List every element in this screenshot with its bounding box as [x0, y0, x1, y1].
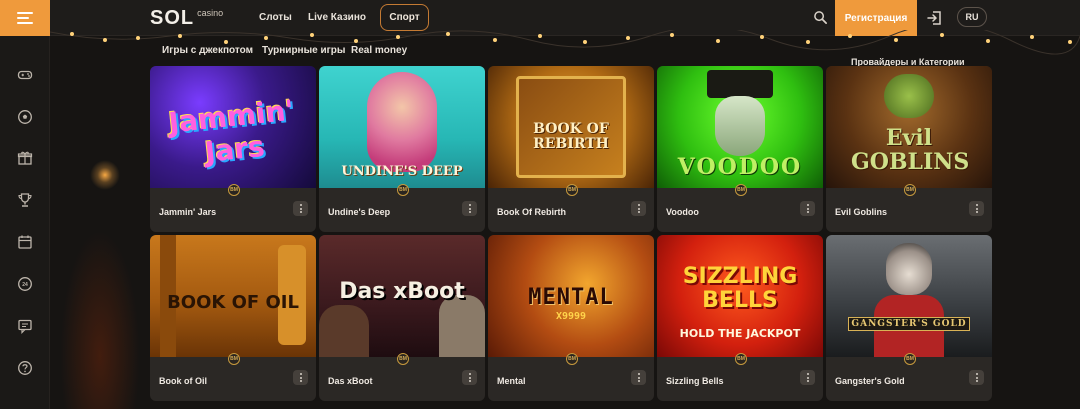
game-art-title: MENTAL — [528, 285, 614, 310]
provider-badge: BM — [735, 184, 747, 196]
language-button[interactable]: RU — [957, 7, 987, 27]
provider-badge: BM — [566, 353, 578, 365]
provider-badge: BM — [397, 184, 409, 196]
ambient-light-decoration — [90, 160, 120, 190]
game-card-book-of-rebirth[interactable]: BOOK OF REBIRTH BM Book Of Rebirth — [488, 66, 654, 232]
game-card-book-of-oil[interactable]: BOOK OF OIL BM Book of Oil — [150, 235, 316, 401]
game-card-evil-goblins[interactable]: Evil GOBLINS BM Evil Goblins — [826, 66, 992, 232]
nav-sport-button[interactable]: Спорт — [380, 4, 429, 31]
game-thumbnail[interactable]: BOOK OF REBIRTH — [488, 66, 654, 188]
trophy-icon[interactable] — [17, 192, 33, 208]
game-art-title: SIZZLING BELLS — [682, 264, 798, 313]
soccer-ball-icon[interactable] — [17, 109, 33, 125]
game-art-title: UNDINE'S DEEP — [341, 164, 463, 179]
chat-24-icon[interactable]: 24 — [17, 276, 33, 292]
provider-badge: BM — [735, 353, 747, 365]
gift-icon[interactable] — [17, 150, 33, 166]
logo-text: SOL — [150, 7, 195, 29]
provider-badge: BM — [228, 184, 240, 196]
game-card-undines-deep[interactable]: UNDINE'S DEEP BM Undine's Deep — [319, 66, 485, 232]
ambient-shadow-decoration — [60, 230, 140, 409]
game-title: Book Of Rebirth — [497, 207, 566, 217]
more-options-icon[interactable] — [462, 370, 477, 385]
more-options-icon[interactable] — [462, 201, 477, 216]
game-thumbnail[interactable]: Evil GOBLINS — [826, 66, 992, 188]
more-options-icon[interactable] — [293, 201, 308, 216]
register-button[interactable]: Регистрация — [835, 0, 917, 36]
game-title: Mental — [497, 376, 526, 386]
provider-badge: BM — [566, 184, 578, 196]
game-card-sizzling-bells[interactable]: SIZZLING BELLS HOLD THE JACKPOT BM Sizzl… — [657, 235, 823, 401]
game-title: Jammin' Jars — [159, 207, 217, 217]
game-card-gangsters-gold[interactable]: GANGSTER'S GOLD BM Gangster's Gold — [826, 235, 992, 401]
game-thumbnail[interactable]: SIZZLING BELLS HOLD THE JACKPOT — [657, 235, 823, 357]
game-art-title: Evil GOBLINS — [851, 125, 970, 175]
game-art-title: GANGSTER'S GOLD — [851, 319, 967, 329]
game-thumbnail[interactable]: Jammin' Jars — [150, 66, 316, 188]
game-title: Voodoo — [666, 207, 699, 217]
game-thumbnail[interactable]: BOOK OF OIL — [150, 235, 316, 357]
logo[interactable]: SOL casino — [150, 6, 223, 30]
game-thumbnail[interactable]: MENTAL X9999 — [488, 235, 654, 357]
more-options-icon[interactable] — [631, 370, 646, 385]
calendar-icon[interactable] — [17, 234, 33, 250]
game-art-title: BOOK OF OIL — [167, 292, 299, 313]
game-title: Sizzling Bells — [666, 376, 724, 386]
game-art-subtitle: X9999 — [555, 311, 587, 322]
game-art-title: BOOK OF REBIRTH — [533, 121, 609, 152]
tab-real-money[interactable]: Real money — [351, 45, 407, 56]
menu-toggle-button[interactable] — [0, 0, 50, 36]
top-header: SOL casino Слоты Live Казино Спорт Регис… — [0, 0, 1080, 36]
nav-live-casino[interactable]: Live Казино — [308, 12, 366, 23]
game-card-voodoo[interactable]: VOODOO BM Voodoo — [657, 66, 823, 232]
provider-badge: BM — [228, 353, 240, 365]
tab-tournament-games[interactable]: Турнирные игры — [262, 45, 345, 56]
game-thumbnail[interactable]: GANGSTER'S GOLD — [826, 235, 992, 357]
game-thumbnail[interactable]: UNDINE'S DEEP — [319, 66, 485, 188]
login-icon[interactable] — [926, 9, 944, 27]
game-title: Evil Goblins — [835, 207, 888, 217]
game-thumbnail[interactable]: VOODOO — [657, 66, 823, 188]
help-icon[interactable] — [17, 360, 33, 376]
game-art-subtitle: HOLD THE JACKPOT — [679, 327, 801, 340]
more-options-icon[interactable] — [631, 201, 646, 216]
sidebar: 24 — [0, 36, 50, 409]
tab-jackpot-games[interactable]: Игры с джекпотом — [162, 45, 253, 56]
search-icon[interactable] — [813, 10, 828, 25]
provider-badge: BM — [904, 353, 916, 365]
logo-subtext: casino — [197, 8, 224, 18]
game-card-jammin-jars[interactable]: Jammin' Jars BM Jammin' Jars — [150, 66, 316, 232]
game-card-mental[interactable]: MENTAL X9999 BM Mental — [488, 235, 654, 401]
svg-text:24: 24 — [22, 282, 28, 288]
more-options-icon[interactable] — [800, 201, 815, 216]
game-title: Undine's Deep — [328, 207, 391, 217]
game-art-title: Das xBoot — [339, 279, 465, 304]
menu-icon — [17, 12, 33, 14]
gamepad-icon[interactable] — [17, 67, 33, 83]
nav-slots[interactable]: Слоты — [259, 12, 292, 23]
game-title: Gangster's Gold — [835, 376, 905, 386]
game-card-das-xboot[interactable]: Das xBoot BM Das xBoot — [319, 235, 485, 401]
game-thumbnail[interactable]: Das xBoot — [319, 235, 485, 357]
more-options-icon[interactable] — [969, 370, 984, 385]
message-icon[interactable] — [17, 318, 33, 334]
game-art-title: VOODOO — [677, 154, 803, 180]
provider-badge: BM — [397, 353, 409, 365]
more-options-icon[interactable] — [800, 370, 815, 385]
game-title: Das xBoot — [328, 376, 373, 386]
more-options-icon[interactable] — [969, 201, 984, 216]
provider-badge: BM — [904, 184, 916, 196]
game-title: Book of Oil — [159, 376, 207, 386]
game-art-title: Jammin' Jars — [167, 93, 296, 169]
more-options-icon[interactable] — [293, 370, 308, 385]
